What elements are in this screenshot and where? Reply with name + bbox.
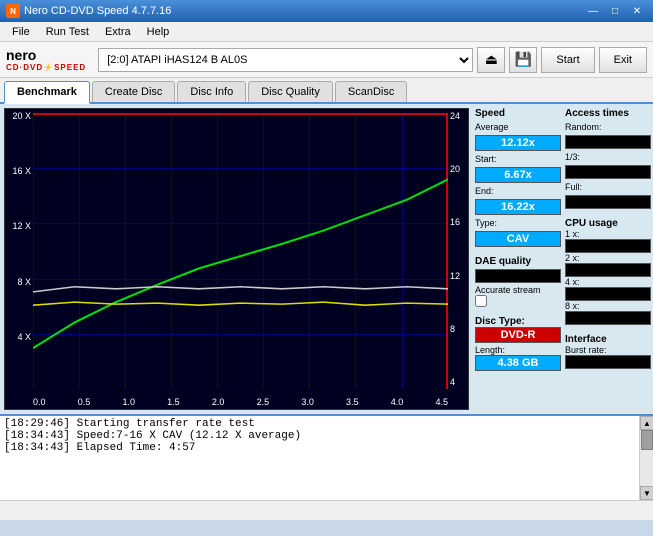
scroll-thumb[interactable] bbox=[641, 430, 653, 450]
accurate-stream-row bbox=[475, 295, 561, 307]
log-line-3: [18:34:43] Elapsed Time: 4:57 bbox=[4, 442, 635, 454]
accurate-stream-label: Accurate stream bbox=[475, 285, 561, 295]
start-button[interactable]: Start bbox=[541, 47, 594, 73]
tab-scan-disc[interactable]: ScanDisc bbox=[335, 81, 407, 102]
menu-bar: File Run Test Extra Help bbox=[0, 22, 653, 42]
nero-logo-subtitle: CD·DVD⚡SPEED bbox=[6, 63, 86, 72]
interface-label: Interface bbox=[565, 334, 651, 345]
menu-extra[interactable]: Extra bbox=[97, 24, 139, 40]
tab-bar: Benchmark Create Disc Disc Info Disc Qua… bbox=[0, 78, 653, 104]
nero-logo-text: nero bbox=[6, 47, 36, 63]
tab-benchmark[interactable]: Benchmark bbox=[4, 81, 90, 104]
disc-type-value: DVD-R bbox=[475, 327, 561, 343]
third-label: 1/3: bbox=[565, 152, 651, 162]
disc-length-value: 4.38 GB bbox=[475, 355, 561, 371]
speed-curve bbox=[33, 113, 448, 389]
scroll-down-button[interactable]: ▼ bbox=[640, 486, 653, 500]
average-label: Average bbox=[475, 122, 561, 132]
tab-disc-info[interactable]: Disc Info bbox=[177, 81, 246, 102]
end-value: 16.22x bbox=[475, 199, 561, 215]
app-icon: N bbox=[6, 4, 20, 18]
right-panel: Speed Average 12.12x Start: 6.67x End: 1… bbox=[473, 104, 653, 414]
log-line-1: [18:29:46] Starting transfer rate test bbox=[4, 418, 635, 430]
full-label: Full: bbox=[565, 182, 651, 192]
title-bar-controls: — □ ✕ bbox=[583, 3, 647, 19]
dae-label: DAE quality bbox=[475, 256, 561, 267]
x1-label: 1 x: bbox=[565, 229, 651, 239]
toolbar: nero CD·DVD⚡SPEED [2:0] ATAPI iHAS124 B … bbox=[0, 42, 653, 78]
menu-file[interactable]: File bbox=[4, 24, 38, 40]
chart-y-labels: 20 X 16 X 12 X 8 X 4 X bbox=[5, 109, 33, 389]
type-label: Type: bbox=[475, 218, 561, 228]
main-content: 20 X 16 X 12 X 8 X 4 X bbox=[0, 104, 653, 414]
access-label: Access times bbox=[565, 108, 651, 119]
burst-value bbox=[565, 355, 651, 369]
save-button[interactable]: 💾 bbox=[509, 47, 537, 73]
dae-value bbox=[475, 269, 561, 283]
speed-label: Speed bbox=[475, 108, 561, 119]
burst-label: Burst rate: bbox=[565, 345, 651, 355]
x2-value bbox=[565, 263, 651, 277]
panel-columns: Speed Average 12.12x Start: 6.67x End: 1… bbox=[475, 108, 651, 410]
menu-run-test[interactable]: Run Test bbox=[38, 24, 97, 40]
cpu-label: CPU usage bbox=[565, 218, 651, 229]
maximize-button[interactable]: □ bbox=[605, 3, 625, 19]
status-bar bbox=[0, 500, 653, 520]
exit-button[interactable]: Exit bbox=[599, 47, 647, 73]
chart-y-labels-right: 24 20 16 12 8 4 bbox=[448, 109, 468, 389]
close-button[interactable]: ✕ bbox=[627, 3, 647, 19]
log-scrollbar: ▲ ▼ bbox=[639, 416, 653, 500]
chart-inner bbox=[33, 113, 448, 389]
full-value bbox=[565, 195, 651, 209]
x4-label: 4 x: bbox=[565, 277, 651, 287]
x1-value bbox=[565, 239, 651, 253]
app-title: Nero CD-DVD Speed 4.7.7.16 bbox=[24, 5, 171, 17]
nero-logo: nero CD·DVD⚡SPEED bbox=[6, 47, 86, 72]
x8-label: 8 x: bbox=[565, 301, 651, 311]
disc-type-label: Disc Type: bbox=[475, 316, 561, 327]
third-value bbox=[565, 165, 651, 179]
log-area: [18:29:46] Starting transfer rate test [… bbox=[0, 414, 653, 500]
tab-create-disc[interactable]: Create Disc bbox=[92, 81, 175, 102]
drive-select[interactable]: [2:0] ATAPI iHAS124 B AL0S bbox=[98, 48, 473, 72]
log-content: [18:29:46] Starting transfer rate test [… bbox=[0, 416, 639, 500]
scroll-up-button[interactable]: ▲ bbox=[640, 416, 653, 430]
title-bar: N Nero CD-DVD Speed 4.7.7.16 — □ ✕ bbox=[0, 0, 653, 22]
start-label: Start: bbox=[475, 154, 561, 164]
random-label: Random: bbox=[565, 122, 651, 132]
left-col: Speed Average 12.12x Start: 6.67x End: 1… bbox=[475, 108, 561, 410]
x4-value bbox=[565, 287, 651, 301]
accurate-stream-checkbox[interactable] bbox=[475, 295, 487, 307]
random-value bbox=[565, 135, 651, 149]
chart-area: 20 X 16 X 12 X 8 X 4 X bbox=[4, 108, 469, 410]
chart-x-labels: 0.0 0.5 1.0 1.5 2.0 2.5 3.0 3.5 4.0 4.5 bbox=[33, 397, 448, 407]
type-value: CAV bbox=[475, 231, 561, 247]
title-bar-left: N Nero CD-DVD Speed 4.7.7.16 bbox=[6, 4, 171, 18]
menu-help[interactable]: Help bbox=[139, 24, 178, 40]
disc-length-label: Length: bbox=[475, 345, 561, 355]
average-value: 12.12x bbox=[475, 135, 561, 151]
x8-value bbox=[565, 311, 651, 325]
scroll-track bbox=[640, 430, 653, 486]
x2-label: 2 x: bbox=[565, 253, 651, 263]
minimize-button[interactable]: — bbox=[583, 3, 603, 19]
start-value: 6.67x bbox=[475, 167, 561, 183]
log-line-2: [18:34:43] Speed:7-16 X CAV (12.12 X ave… bbox=[4, 430, 635, 442]
end-label: End: bbox=[475, 186, 561, 196]
right-col: Access times Random: 1/3: Full: CPU usag… bbox=[565, 108, 651, 410]
tab-disc-quality[interactable]: Disc Quality bbox=[248, 81, 333, 102]
eject-button[interactable]: ⏏ bbox=[477, 47, 505, 73]
